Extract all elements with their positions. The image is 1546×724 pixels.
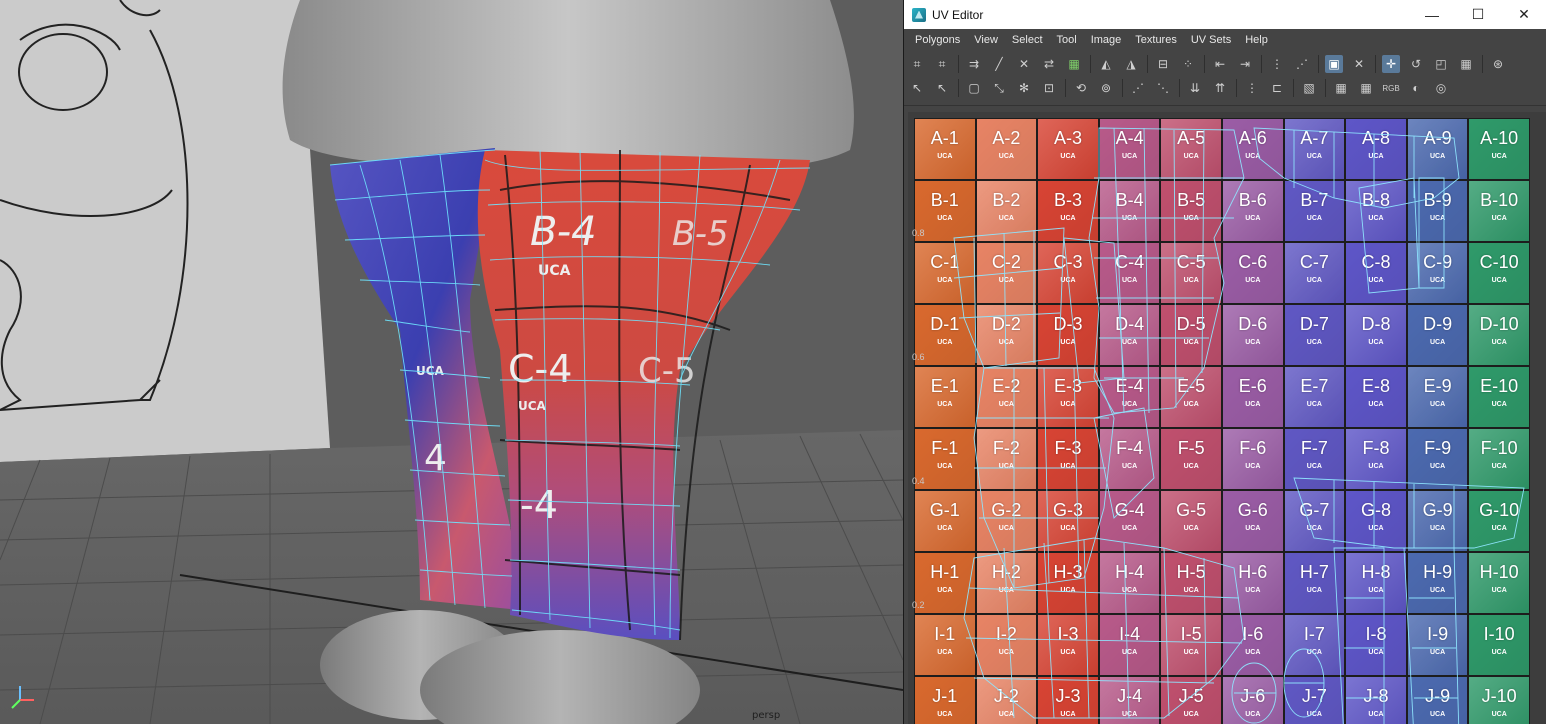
uv-tool-icon[interactable]: ⤡ [990,79,1008,97]
toolbar-separator [958,55,959,73]
uv-texture-view[interactable]: A-1 UCA A-2 UCA A-3 UCA A-4 UCA A-5 UCA A-6 UCA A-7 U… [908,112,1546,724]
uv-tool-icon[interactable]: ◭ [1097,55,1115,73]
uv-tool-icon[interactable]: ◰ [1432,55,1450,73]
svg-text:UCA: UCA [518,399,547,413]
toolbar-separator [1179,79,1180,97]
uv-shell-wireframe [953,127,1525,724]
toolbar-separator [1147,55,1148,73]
uv-tool-icon[interactable]: ◮ [1122,55,1140,73]
uv-tool-icon[interactable]: ⌗ [908,55,926,73]
minimize-button[interactable]: — [1409,0,1455,29]
uv-tool-icon[interactable]: ↺ [1407,55,1425,73]
toolbar-separator [1325,79,1326,97]
menu-uv-sets[interactable]: UV Sets [1184,34,1238,46]
uv-tool-icon[interactable]: ⋮ [1243,79,1261,97]
toolbar-separator [1065,79,1066,97]
toolbar-separator [1318,55,1319,73]
svg-text:-4: -4 [520,483,558,527]
uv-tool-icon[interactable]: ⇊ [1186,79,1204,97]
svg-text:B-4: B-4 [530,209,597,255]
uv-toolbar: ⌗ ⌗ ⇉ ╱ ✕ ⇄ ▦ ◭ ◮ ⊟ ⁘ ⇤ ⇥ ⋮ ⋰ ▣ ✕ ✛ ↺ ◰ ▦ ⊛ ↖ ↖ ▢ ⤡ ✻ ⊡ ⟲ ⊚ ⋰ ⋱ ⇊ ⇈ ⋮ ⊏ ▧ ▦ ▦… [904,51,1546,106]
uv-tool-icon[interactable]: ✻ [1015,79,1033,97]
toolbar-separator [958,79,959,97]
maya-app-icon [912,7,926,22]
uv-tool-icon[interactable]: ▦ [1357,79,1375,97]
uv-tool-icon[interactable]: ⇥ [1236,55,1254,73]
uv-tool-icon[interactable]: ⇉ [965,55,983,73]
uv-toolbar-row-2: ↖ ↖ ▢ ⤡ ✻ ⊡ ⟲ ⊚ ⋰ ⋱ ⇊ ⇈ ⋮ ⊏ ▧ ▦ ▦ RGB ◐ ◎ [908,77,1457,99]
uv-tool-icon[interactable]: ✕ [1015,55,1033,73]
close-button[interactable]: ✕ [1501,0,1546,29]
maximize-button[interactable]: ☐ [1455,0,1501,29]
uv-tool-icon[interactable]: ↖ [933,79,951,97]
menu-image[interactable]: Image [1084,34,1129,46]
uv-axis-tick: 0.2 [912,600,925,610]
uv-tool-icon[interactable]: RGB [1382,79,1400,97]
uv-tool-icon[interactable]: ✛ [1382,55,1400,73]
uv-toolbar-row-1: ⌗ ⌗ ⇉ ╱ ✕ ⇄ ▦ ◭ ◮ ⊟ ⁘ ⇤ ⇥ ⋮ ⋰ ▣ ✕ ✛ ↺ ◰ ▦ ⊛ [908,53,1514,75]
uv-tool-icon[interactable]: ⊛ [1489,55,1507,73]
uv-editor-menubar: Polygons View Select Tool Image Textures… [904,29,1546,51]
uv-tool-icon[interactable]: ⊡ [1040,79,1058,97]
uv-editor-titlebar[interactable]: UV Editor — ☐ ✕ [904,0,1546,29]
uv-tool-icon[interactable]: ⊏ [1268,79,1286,97]
uv-tool-icon[interactable]: ⌗ [933,55,951,73]
svg-text:C-4: C-4 [508,347,572,391]
character-body [282,0,854,170]
uv-axis-tick: 0.8 [912,228,925,238]
viewport-scene: B-4 B-5 C-4 C-5 -4 4 UCA UCA UCA [0,0,903,724]
toolbar-separator [1293,79,1294,97]
toolbar-separator [1236,79,1237,97]
uv-tool-icon[interactable]: ▧ [1300,79,1318,97]
menu-help[interactable]: Help [1238,34,1275,46]
uv-tool-icon[interactable]: ◐ [1407,79,1425,97]
toolbar-separator [1375,55,1376,73]
uv-tool-icon[interactable]: ◎ [1432,79,1450,97]
uv-tool-icon[interactable]: ▦ [1065,55,1083,73]
toolbar-separator [1261,55,1262,73]
window-title: UV Editor [932,7,984,22]
svg-text:UCA: UCA [416,364,445,378]
uv-tool-icon[interactable]: ⟲ [1072,79,1090,97]
uv-tool-icon[interactable]: ⋰ [1293,55,1311,73]
uv-tool-icon[interactable]: ⇄ [1040,55,1058,73]
toolbar-separator [1090,55,1091,73]
uv-tool-icon[interactable]: ⊚ [1097,79,1115,97]
uv-tool-icon[interactable]: ⁘ [1179,55,1197,73]
uv-tool-icon[interactable]: ▢ [965,79,983,97]
uv-tool-icon[interactable]: ✕ [1350,55,1368,73]
uv-axis-tick: 0.6 [912,352,925,362]
uv-editor-window: UV Editor — ☐ ✕ Polygons View Select Too… [903,0,1546,724]
menu-view[interactable]: View [967,34,1005,46]
menu-textures[interactable]: Textures [1128,34,1184,46]
menu-polygons[interactable]: Polygons [908,34,967,46]
uv-tool-icon[interactable]: ⋰ [1129,79,1147,97]
uv-axis-tick: 0.4 [912,476,925,486]
uv-tool-icon[interactable]: ⊟ [1154,55,1172,73]
uv-tool-icon[interactable]: ╱ [990,55,1008,73]
toolbar-separator [1482,55,1483,73]
uv-tool-icon[interactable]: ▦ [1457,55,1475,73]
toolbar-separator [1122,79,1123,97]
uv-tool-icon[interactable]: ▦ [1332,79,1350,97]
uv-tool-icon[interactable]: ↖ [908,79,926,97]
uv-tool-icon[interactable]: ⇈ [1211,79,1229,97]
menu-tool[interactable]: Tool [1050,34,1084,46]
toolbar-separator [1204,55,1205,73]
svg-text:B-5: B-5 [672,214,729,254]
uv-tool-icon[interactable]: ⋮ [1268,55,1286,73]
uv-tool-icon[interactable]: ⇤ [1211,55,1229,73]
camera-label: persp [752,710,781,721]
uv-tool-icon[interactable]: ⋱ [1154,79,1172,97]
menu-select[interactable]: Select [1005,34,1050,46]
3d-viewport[interactable]: B-4 B-5 C-4 C-5 -4 4 UCA UCA UCA persp [0,0,903,724]
uv-tool-icon[interactable]: ▣ [1325,55,1343,73]
